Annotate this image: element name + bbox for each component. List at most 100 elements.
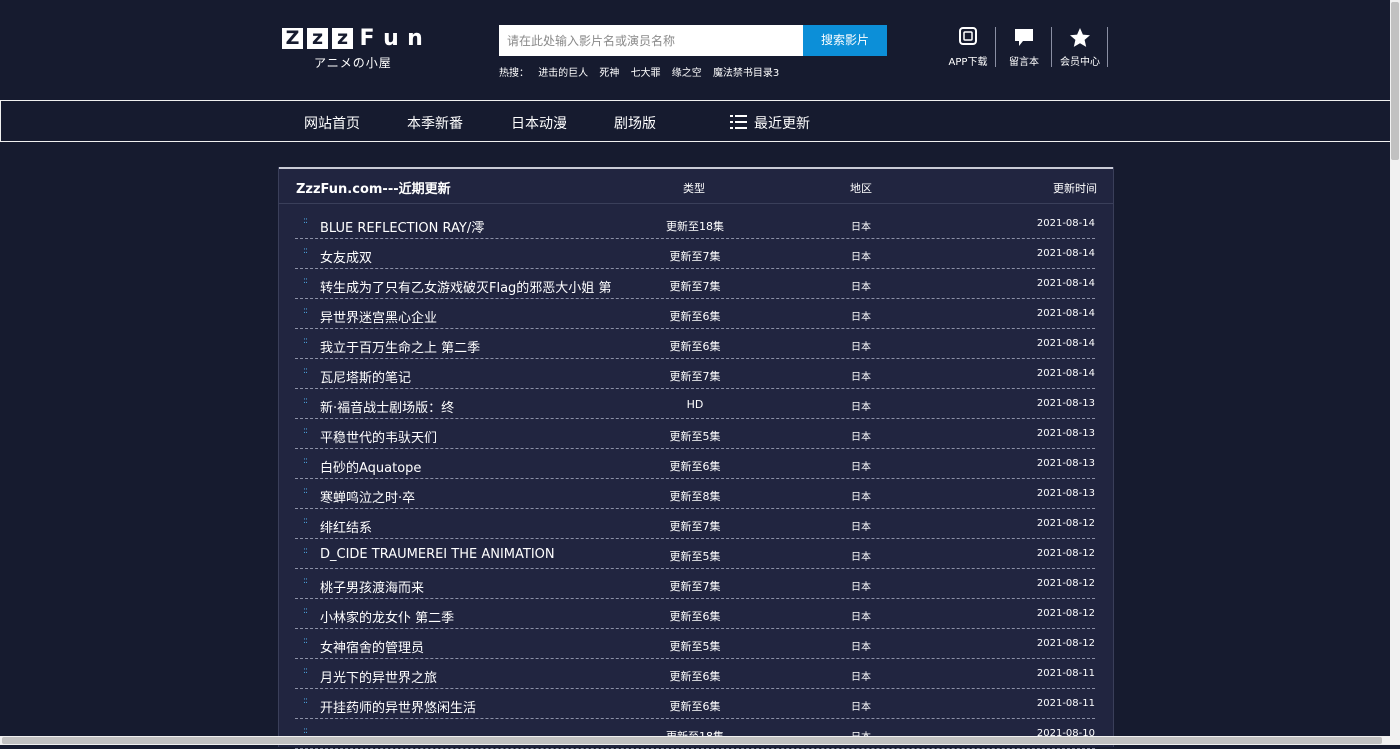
list-item[interactable]: :: 白砂的Aquatope 更新至6集 日本 2021-08-13 <box>295 449 1095 479</box>
panel-title: ZzzFun.com---近期更新 <box>296 182 451 197</box>
episode-status: 更新至6集 <box>669 340 721 353</box>
list-item[interactable]: :: 异世界迷宫黑心企业 更新至6集 日本 2021-08-14 <box>295 299 1095 329</box>
list-item[interactable]: :: 开挂药师的异世界悠闲生活 更新至6集 日本 2021-08-11 <box>295 689 1095 719</box>
list-menu-icon[interactable] <box>730 115 747 129</box>
region: 日本 <box>851 552 871 563</box>
episode-status: 更新至6集 <box>669 610 721 623</box>
column-header-region: 地区 <box>850 182 872 195</box>
anime-title-link[interactable]: 异世界迷宫黑心企业 <box>320 307 612 326</box>
vertical-scrollbar-thumb[interactable] <box>1391 2 1399 160</box>
search-input[interactable] <box>499 25 803 56</box>
region: 日本 <box>851 642 871 653</box>
guestbook-button[interactable]: 留言本 <box>996 27 1052 69</box>
update-date: 2021-08-12 <box>1036 608 1095 619</box>
bullet-icon: :: <box>303 426 308 436</box>
list-item[interactable]: :: 寒蝉鸣泣之时·卒 更新至8集 日本 2021-08-13 <box>295 479 1095 509</box>
list-item[interactable]: :: D_CIDE TRAUMEREI THE ANIMATION 更新至5集 日本 2… <box>295 539 1095 569</box>
message-bubble-icon <box>1015 29 1033 46</box>
list-item[interactable]: :: 瓦尼塔斯的笔记 更新至7集 日本 2021-08-14 <box>295 359 1095 389</box>
update-date: 2021-08-13 <box>1036 488 1095 499</box>
main-nav: 网站首页 本季新番 日本动漫 剧场版 最近更新 <box>0 100 1390 142</box>
region: 日本 <box>851 492 871 503</box>
anime-title-link[interactable]: 绯红结系 <box>320 517 612 536</box>
list-item[interactable]: :: 女神宿舍的管理员 更新至5集 日本 2021-08-12 <box>295 629 1095 659</box>
hot-search-link[interactable]: 死神 <box>599 68 619 79</box>
episode-status: 更新至6集 <box>669 700 721 713</box>
anime-title-link[interactable]: 瓦尼塔斯的笔记 <box>320 367 612 386</box>
region: 日本 <box>851 612 871 623</box>
anime-title-link[interactable]: 平稳世代的韦驮天们 <box>320 427 612 446</box>
update-date: 2021-08-12 <box>1036 638 1095 649</box>
episode-status: 更新至6集 <box>669 460 721 473</box>
list-item[interactable]: :: 桃子男孩渡海而来 更新至7集 日本 2021-08-12 <box>295 569 1095 599</box>
episode-status: 更新至7集 <box>669 250 721 263</box>
bullet-icon: :: <box>303 666 308 676</box>
nav-item-recent[interactable]: 最近更新 <box>754 113 810 133</box>
bullet-icon: :: <box>303 216 308 226</box>
anime-title-link[interactable]: 开挂药师的异世界悠闲生活 <box>320 697 612 716</box>
update-list: :: BLUE REFLECTION RAY/澪 更新至18集 日本 2021-08-1… <box>295 209 1095 749</box>
bullet-icon: :: <box>303 486 308 496</box>
episode-status: 更新至7集 <box>669 520 721 533</box>
app-download-icon <box>959 27 977 45</box>
tool-divider <box>1107 27 1108 67</box>
anime-title-link[interactable]: 桃子男孩渡海而来 <box>320 577 612 596</box>
hot-search-link[interactable]: 进击的巨人 <box>538 68 588 79</box>
bullet-icon: :: <box>303 366 308 376</box>
anime-title-link[interactable]: 我立于百万生命之上 第二季 <box>320 337 612 356</box>
horizontal-scrollbar-thumb[interactable] <box>2 737 1382 744</box>
hot-search-link[interactable]: 缘之空 <box>672 68 702 79</box>
nav-item-movies[interactable]: 剧场版 <box>614 113 656 133</box>
region: 日本 <box>851 372 871 383</box>
hot-search-link[interactable]: 七大罪 <box>631 68 661 79</box>
region: 日本 <box>851 252 871 263</box>
anime-title-link[interactable]: 白砂的Aquatope <box>320 457 612 476</box>
episode-status: HD <box>686 398 704 411</box>
update-date: 2021-08-12 <box>1036 518 1095 529</box>
anime-title-link[interactable]: 女神宿舍的管理员 <box>320 637 612 656</box>
region: 日本 <box>851 342 871 353</box>
list-item[interactable]: :: 新·福音战士剧场版：终 HD 日本 2021-08-13 <box>295 389 1095 419</box>
bullet-icon: :: <box>303 546 308 556</box>
nav-item-season[interactable]: 本季新番 <box>407 113 463 133</box>
logo-subtitle: アニメの小屋 <box>314 56 392 70</box>
region: 日本 <box>851 522 871 533</box>
bullet-icon: :: <box>303 276 308 286</box>
list-item[interactable]: :: 月光下的异世界之旅 更新至6集 日本 2021-08-11 <box>295 659 1095 689</box>
app-download-button[interactable]: APP下载 <box>940 27 996 69</box>
episode-status: 更新至5集 <box>669 640 721 653</box>
region: 日本 <box>851 672 871 683</box>
hot-search-link[interactable]: 魔法禁书目录3 <box>713 68 779 79</box>
list-item[interactable]: :: 小林家的龙女仆 第二季 更新至6集 日本 2021-08-12 <box>295 599 1095 629</box>
anime-title-link[interactable]: D_CIDE TRAUMEREI THE ANIMATION <box>320 547 612 562</box>
nav-item-japan-anime[interactable]: 日本动漫 <box>511 113 567 133</box>
list-item[interactable]: :: 转生成为了只有乙女游戏破灭Flag的邪恶大小姐 第二季 更新至7集 日本 2021… <box>295 269 1095 299</box>
tool-label: 会员中心 <box>1060 57 1100 68</box>
bullet-icon: :: <box>303 606 308 616</box>
bullet-icon: :: <box>303 336 308 346</box>
anime-title-link[interactable]: 女友成双 <box>320 247 612 266</box>
anime-title-link[interactable]: 转生成为了只有乙女游戏破灭Flag的邪恶大小姐 第二季 <box>320 277 612 296</box>
anime-title-link[interactable]: BLUE REFLECTION RAY/澪 <box>320 217 612 236</box>
nav-item-home[interactable]: 网站首页 <box>304 113 360 133</box>
logo-letter: F <box>359 26 375 51</box>
update-date: 2021-08-11 <box>1036 668 1095 679</box>
list-item[interactable]: :: 女友成双 更新至7集 日本 2021-08-14 <box>295 239 1095 269</box>
list-item[interactable]: :: 平稳世代的韦驮天们 更新至5集 日本 2021-08-13 <box>295 419 1095 449</box>
update-date: 2021-08-14 <box>1036 278 1095 289</box>
list-item[interactable]: :: BLUE REFLECTION RAY/澪 更新至18集 日本 2021-08-1… <box>295 209 1095 239</box>
anime-title-link[interactable]: 新·福音战士剧场版：终 <box>320 397 612 416</box>
anime-title-link[interactable]: 月光下的异世界之旅 <box>320 667 612 686</box>
bullet-icon: :: <box>303 516 308 526</box>
anime-title-link[interactable]: 寒蝉鸣泣之时·卒 <box>320 487 612 506</box>
list-item[interactable]: :: 我立于百万生命之上 第二季 更新至6集 日本 2021-08-14 <box>295 329 1095 359</box>
search-button[interactable]: 搜索影片 <box>803 25 887 56</box>
panel-header: ZzzFun.com---近期更新 类型 地区 更新时间 <box>279 169 1113 203</box>
anime-title-link[interactable]: 小林家的龙女仆 第二季 <box>320 607 612 626</box>
list-item[interactable]: :: 绯红结系 更新至7集 日本 2021-08-12 <box>295 509 1095 539</box>
bullet-icon: :: <box>303 696 308 706</box>
logo-letters: Z z z F u n <box>282 26 432 51</box>
bullet-icon: :: <box>303 456 308 466</box>
site-logo[interactable]: Z z z F u n アニメの小屋 <box>282 28 432 74</box>
member-center-button[interactable]: 会员中心 <box>1052 27 1108 69</box>
